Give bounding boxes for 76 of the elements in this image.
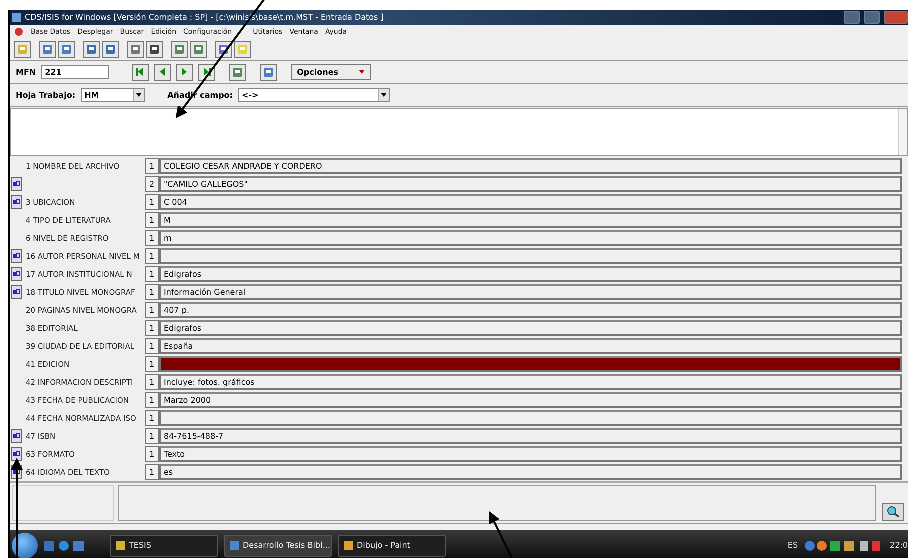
add-field-dropdown[interactable]: <-> (238, 88, 390, 102)
caret-icon (359, 70, 366, 74)
mfn-field[interactable]: 221 (41, 65, 110, 79)
occurrence-number: 1 (145, 212, 159, 228)
link-icon (13, 199, 20, 205)
field-value[interactable]: Edigrafos (159, 320, 902, 336)
window-title: CDS/ISIS for Windows [Versión Completa : SP] - [c:\winisis\base\t.m.MST - Entrada Datos ] (25, 13, 385, 22)
field-value[interactable]: "CAMILO GALLEGOS" (159, 176, 902, 192)
field-value[interactable]: Incluye: fotos. gráficos (159, 374, 902, 390)
link-icon (13, 289, 20, 295)
editor-button[interactable] (11, 285, 22, 299)
clock: 22:0 (890, 541, 908, 550)
occurrence-number: 1 (145, 284, 159, 300)
field-value[interactable]: 407 p. (159, 302, 902, 318)
taskbar-button[interactable]: Dibujo - Paint (338, 534, 446, 556)
link-icon (13, 181, 20, 187)
field-value[interactable]: es (159, 464, 902, 480)
editor-button[interactable] (11, 195, 22, 209)
editor-button[interactable] (11, 447, 22, 461)
field-value[interactable]: C 004 (159, 194, 902, 210)
occurrence-number: 1 (145, 266, 159, 282)
app-menu-icon[interactable] (14, 27, 24, 37)
field-value[interactable]: Texto (159, 446, 902, 462)
scroll-bar[interactable] (898, 109, 907, 155)
taskbar-button[interactable]: TESIS (110, 534, 218, 556)
editor-button[interactable] (11, 429, 22, 443)
occurrence-number: 1 (145, 446, 159, 462)
text-area[interactable] (10, 108, 908, 156)
link-icon (13, 469, 20, 475)
field-value[interactable]: m (159, 230, 902, 246)
start-button[interactable] (12, 532, 38, 558)
occurrence-number: 1 (145, 248, 159, 264)
occurrence-number: 1 (145, 374, 159, 390)
editor-button[interactable] (11, 267, 22, 281)
occurrence-number: 1 (145, 158, 159, 174)
field-value[interactable]: M (159, 212, 902, 228)
link-icon (13, 451, 20, 457)
search-button[interactable] (882, 503, 904, 521)
editor-button[interactable] (11, 177, 22, 191)
field-value[interactable]: 84-7615-488-7 (159, 428, 902, 444)
last-icon (201, 67, 212, 77)
taskbar-button[interactable]: Desarrollo Tesis Bibl... (224, 534, 332, 556)
editor-button[interactable] (11, 249, 22, 263)
field-value[interactable]: Marzo 2000 (159, 392, 902, 408)
caret-icon (381, 93, 387, 97)
occurrence-number: 1 (145, 194, 159, 210)
worksheet-label: Hoja Trabajo: (16, 90, 76, 100)
search-icon (886, 506, 900, 518)
link-icon (13, 433, 20, 439)
field-value[interactable]: Edigrafos (159, 266, 902, 282)
toolbar-button[interactable] (146, 41, 163, 58)
occurrence-number: 1 (145, 230, 159, 246)
field-value[interactable]: España (159, 338, 902, 354)
field-value[interactable] (159, 356, 902, 372)
language-indicator[interactable]: ES (788, 541, 798, 550)
field-value[interactable]: COLEGIO CESAR ANDRADE Y CORDERO (159, 158, 902, 174)
occurrence-number: 1 (145, 338, 159, 354)
occurrence-number: 1 (145, 392, 159, 408)
occurrence-number: 2 (145, 176, 159, 192)
occurrence-number: 1 (145, 320, 159, 336)
occurrence-number: 1 (145, 410, 159, 426)
occurrence-number: 1 (145, 356, 159, 372)
app-icon (12, 13, 21, 22)
field-value[interactable]: Información General (159, 284, 902, 300)
field-value[interactable] (159, 410, 902, 426)
caret-icon (136, 93, 142, 97)
worksheet-dropdown[interactable]: HM (80, 88, 145, 102)
options-button[interactable]: Opciones (291, 64, 372, 80)
mfn-label: MFN (16, 68, 36, 76)
occurrence-number: 1 (145, 464, 159, 480)
link-icon (13, 271, 20, 277)
occurrence-number: 1 (145, 428, 159, 444)
field-value[interactable] (159, 248, 902, 264)
occurrence-number: 1 (145, 302, 159, 318)
link-icon (13, 253, 20, 259)
quick-launch-icons[interactable] (44, 540, 84, 552)
